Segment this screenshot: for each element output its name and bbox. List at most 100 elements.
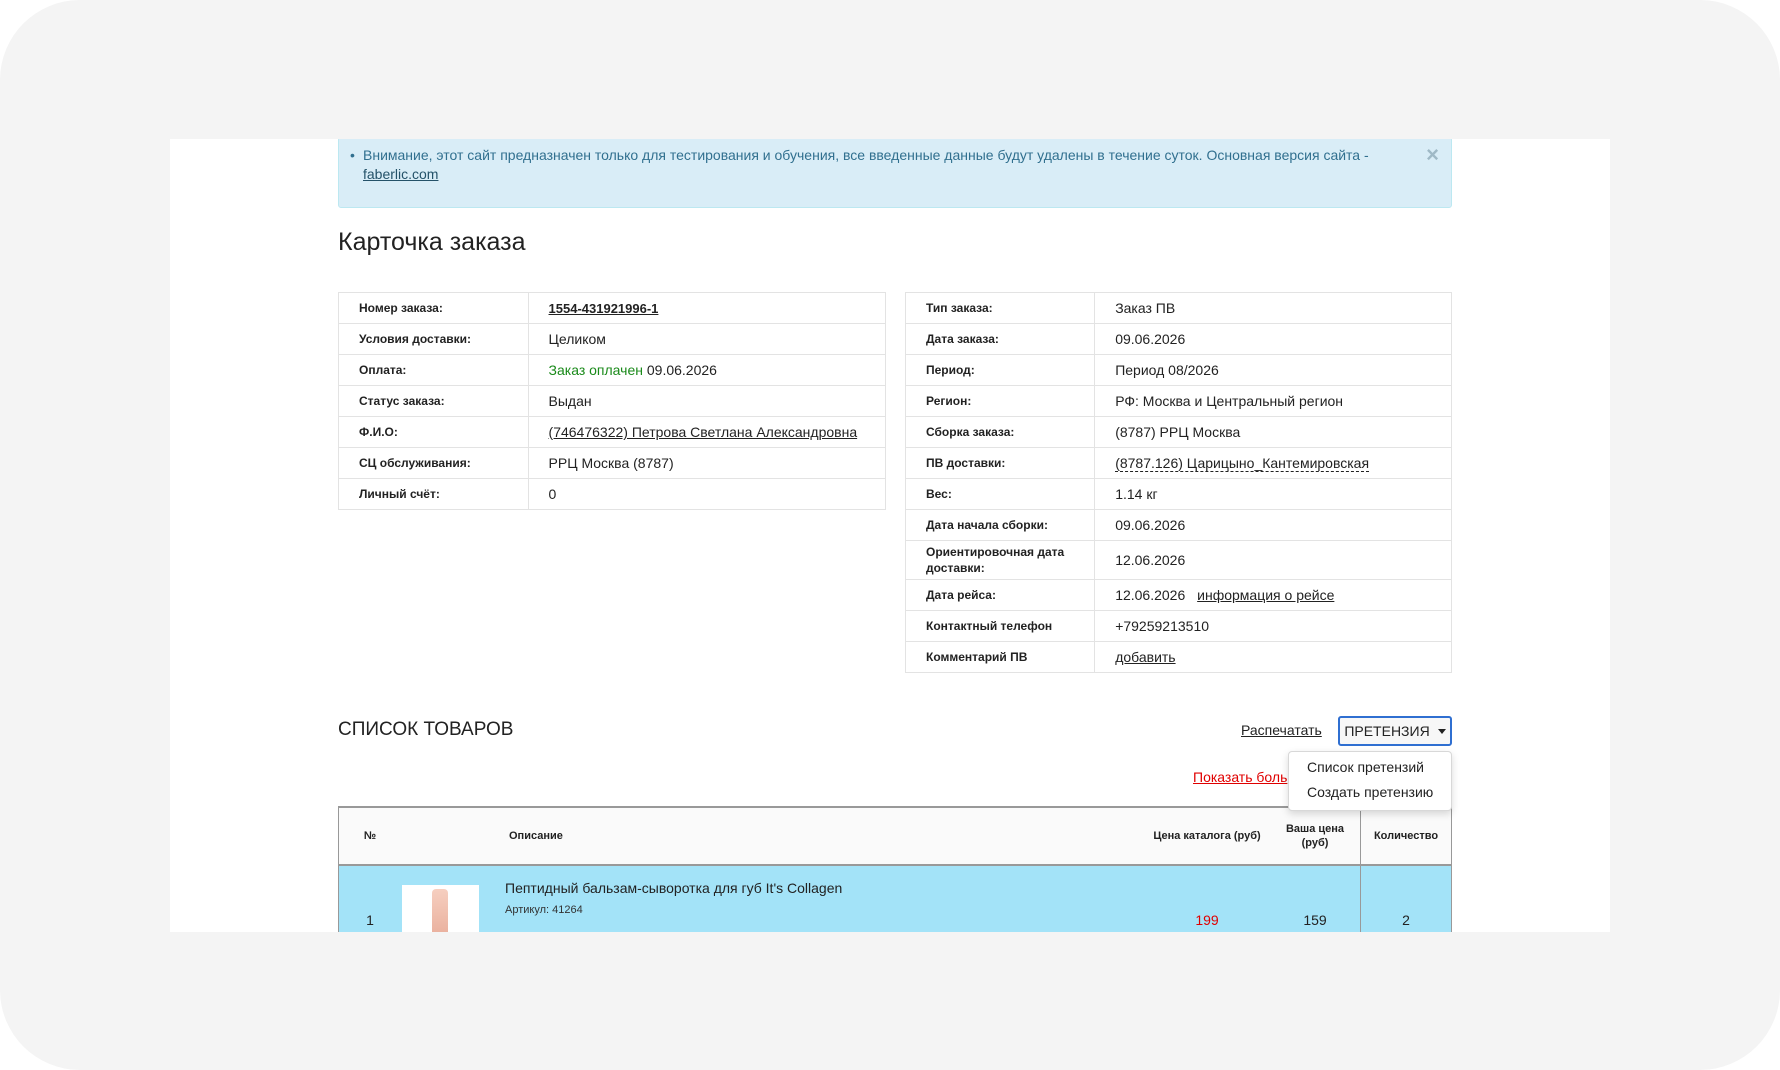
info-label: Личный счёт: bbox=[338, 478, 529, 510]
info-label: Тип заказа: bbox=[904, 292, 1096, 324]
print-link[interactable]: Распечатать bbox=[1241, 722, 1322, 738]
test-site-alert: • Внимание, этот сайт предназначен тольк… bbox=[338, 139, 1452, 208]
info-label: Номер заказа: bbox=[338, 292, 529, 324]
page-title: Карточка заказа bbox=[338, 228, 526, 256]
product-tube-icon bbox=[432, 888, 448, 932]
info-value-cell: Заказ оплачен 09.06.2026 bbox=[527, 354, 887, 386]
info-value-cell: 12.06.2026 информация о рейсе bbox=[1094, 579, 1452, 611]
order-number-link[interactable]: 1554-431921996-1 bbox=[549, 301, 659, 316]
info-value: Заказ ПВ bbox=[1094, 292, 1452, 324]
info-value-cell: (746476322) Петрова Светлана Александров… bbox=[527, 416, 887, 448]
info-row-order-date: Дата заказа: 09.06.2026 bbox=[904, 323, 1452, 355]
claim-button-label: ПРЕТЕНЗИЯ bbox=[1344, 723, 1430, 739]
close-icon[interactable]: × bbox=[1426, 144, 1439, 166]
menu-item-claims-list[interactable]: Список претензий bbox=[1307, 759, 1424, 775]
info-row-estimated-delivery: Ориентировочная дата доставки: 12.06.202… bbox=[904, 540, 1452, 580]
products-list-title: СПИСОК ТОВАРОВ bbox=[338, 719, 514, 740]
add-comment-link[interactable]: добавить bbox=[1115, 649, 1175, 665]
info-value: Целиком bbox=[527, 323, 887, 355]
info-value: (8787) РРЦ Москва bbox=[1094, 416, 1452, 448]
column-header-your-price: Ваша цена (руб) bbox=[1270, 806, 1361, 866]
info-row-order-status: Статус заказа: Выдан bbox=[338, 385, 887, 417]
alert-message: Внимание, этот сайт предназначен только … bbox=[363, 146, 1383, 184]
products-table: № Описание Цена каталога (руб) Ваша цена… bbox=[338, 806, 1452, 932]
info-value: Выдан bbox=[527, 385, 887, 417]
info-value: 09.06.2026 bbox=[1094, 509, 1452, 541]
column-header-num: № bbox=[338, 806, 401, 866]
payment-date: 09.06.2026 bbox=[646, 362, 717, 378]
alert-bullet: • bbox=[350, 147, 355, 163]
info-row-order-type: Тип заказа: Заказ ПВ bbox=[904, 292, 1452, 324]
order-info-right-table: Тип заказа: Заказ ПВ Дата заказа: 09.06.… bbox=[904, 292, 1452, 673]
info-row-pickup-comment: Комментарий ПВ добавить bbox=[904, 641, 1452, 673]
info-label: Условия доставки: bbox=[338, 323, 529, 355]
info-value: Период 08/2026 bbox=[1094, 354, 1452, 386]
info-label: Дата начала сборки: bbox=[904, 509, 1096, 541]
info-label: Ф.И.О: bbox=[338, 416, 529, 448]
info-row-weight: Вес: 1.14 кг bbox=[904, 478, 1452, 510]
info-row-payment: Оплата: Заказ оплачен 09.06.2026 bbox=[338, 354, 887, 386]
info-row-contact-phone: Контактный телефон +79259213510 bbox=[904, 610, 1452, 642]
info-value: 09.06.2026 bbox=[1094, 323, 1452, 355]
product-description: Пептидный бальзам-сыворотка для губ It's… bbox=[503, 865, 1144, 932]
pickup-point-link[interactable]: (8787.126) Царицыно_Кантемировская bbox=[1115, 455, 1370, 472]
menu-item-create-claim[interactable]: Создать претензию bbox=[1307, 784, 1433, 800]
payment-status: Заказ оплачен bbox=[548, 362, 643, 378]
show-more-link[interactable]: Показать боль bbox=[1193, 769, 1287, 785]
info-row-delivery-terms: Условия доставки: Целиком bbox=[338, 323, 887, 355]
your-price: 159 bbox=[1270, 865, 1361, 932]
info-label: Ориентировочная дата доставки: bbox=[904, 540, 1096, 580]
claim-dropdown-menu: Список претензий Создать претензию bbox=[1288, 751, 1452, 811]
column-header-image bbox=[401, 806, 503, 866]
info-row-trip-date: Дата рейса: 12.06.2026 информация о рейс… bbox=[904, 579, 1452, 611]
info-label: Дата заказа: bbox=[904, 323, 1096, 355]
product-image[interactable] bbox=[402, 884, 479, 932]
info-row-assembly-start: Дата начала сборки: 09.06.2026 bbox=[904, 509, 1452, 541]
customer-name-link[interactable]: (746476322) Петрова Светлана Александров… bbox=[549, 424, 858, 440]
screen-frame: • Внимание, этот сайт предназначен тольк… bbox=[0, 0, 1780, 1070]
info-row-full-name: Ф.И.О: (746476322) Петрова Светлана Алек… bbox=[338, 416, 887, 448]
info-label: Оплата: bbox=[338, 354, 529, 386]
info-row-pickup-point: ПВ доставки: (8787.126) Царицыно_Кантеми… bbox=[904, 447, 1452, 479]
info-label: Контактный телефон bbox=[904, 610, 1096, 642]
product-image-cell bbox=[401, 865, 503, 932]
info-label: Вес: bbox=[904, 478, 1096, 510]
product-sku: Артикул: 41264 bbox=[505, 904, 583, 916]
info-label: СЦ обслуживания: bbox=[338, 447, 529, 479]
trip-info-link[interactable]: информация о рейсе bbox=[1197, 587, 1334, 603]
claim-dropdown-button[interactable]: ПРЕТЕНЗИЯ bbox=[1338, 716, 1452, 746]
column-header-description: Описание bbox=[503, 806, 1144, 866]
info-row-assembly: Сборка заказа: (8787) РРЦ Москва bbox=[904, 416, 1452, 448]
alert-text: Внимание, этот сайт предназначен только … bbox=[363, 147, 1369, 163]
info-label: ПВ доставки: bbox=[904, 447, 1096, 479]
info-value: 12.06.2026 bbox=[1094, 540, 1452, 580]
info-row-period: Период: Период 08/2026 bbox=[904, 354, 1452, 386]
info-value-cell: (8787.126) Царицыно_Кантемировская bbox=[1094, 447, 1452, 479]
info-value: 1.14 кг bbox=[1094, 478, 1452, 510]
info-value: РФ: Москва и Центральный регион bbox=[1094, 385, 1452, 417]
info-row-personal-account: Личный счёт: 0 bbox=[338, 478, 887, 510]
info-label: Статус заказа: bbox=[338, 385, 529, 417]
order-info-left-table: Номер заказа: 1554-431921996-1 Условия д… bbox=[338, 292, 887, 510]
info-label: Период: bbox=[904, 354, 1096, 386]
products-table-header: № Описание Цена каталога (руб) Ваша цена… bbox=[338, 806, 1452, 866]
info-row-service-center: СЦ обслуживания: РРЦ Москва (8787) bbox=[338, 447, 887, 479]
info-value-cell: 1554-431921996-1 bbox=[527, 292, 887, 324]
info-value: РРЦ Москва (8787) bbox=[527, 447, 887, 479]
info-value-cell: добавить bbox=[1094, 641, 1452, 673]
caret-down-icon bbox=[1437, 728, 1446, 734]
quantity: 2 bbox=[1360, 865, 1452, 932]
column-header-quantity: Количество bbox=[1360, 806, 1452, 866]
table-row[interactable]: 1 Пептидный бальзам-сыворотка для губ It… bbox=[338, 865, 1452, 932]
info-value: +79259213510 bbox=[1094, 610, 1452, 642]
info-row-order-number: Номер заказа: 1554-431921996-1 bbox=[338, 292, 887, 324]
info-value: 0 bbox=[527, 478, 887, 510]
column-header-catalog-price: Цена каталога (руб) bbox=[1144, 806, 1270, 866]
browser-viewport: • Внимание, этот сайт предназначен тольк… bbox=[170, 139, 1610, 932]
info-label: Регион: bbox=[904, 385, 1096, 417]
info-row-region: Регион: РФ: Москва и Центральный регион bbox=[904, 385, 1452, 417]
info-label: Сборка заказа: bbox=[904, 416, 1096, 448]
row-number: 1 bbox=[338, 865, 401, 932]
product-name[interactable]: Пептидный бальзам-сыворотка для губ It's… bbox=[505, 880, 1143, 896]
alert-main-site-link[interactable]: faberlic.com bbox=[363, 166, 438, 182]
